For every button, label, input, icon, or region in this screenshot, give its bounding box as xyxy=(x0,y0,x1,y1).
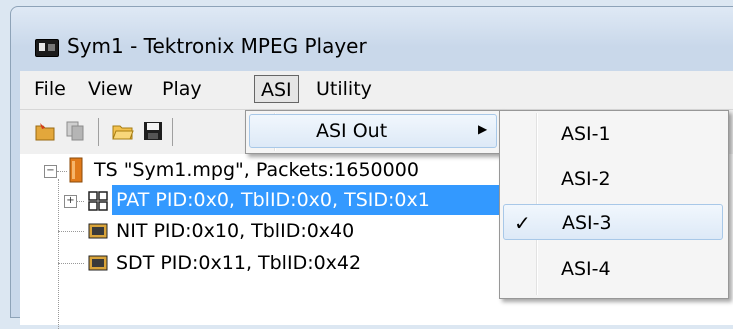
asi-1-label: ASI-1 xyxy=(561,123,611,145)
toolbar-separator xyxy=(172,118,173,146)
open-stream-icon[interactable] xyxy=(34,120,56,142)
tree-line xyxy=(58,231,84,232)
menu-file[interactable]: File xyxy=(28,75,72,103)
asi-1-menu-item[interactable]: ASI-1 xyxy=(503,116,723,152)
asi-2-menu-item[interactable]: ASI-2 xyxy=(503,161,723,197)
tree-node-label: TS "Sym1.mpg", Packets:1650000 xyxy=(94,159,419,181)
asi-out-submenu: ASI-1 ASI-2 ✓ ASI-3 ASI-4 xyxy=(499,110,729,299)
menu-view[interactable]: View xyxy=(82,75,139,103)
table-icon xyxy=(88,223,108,239)
title-bar[interactable]: Sym1 - Tektronix MPEG Player xyxy=(11,7,733,69)
tree-line xyxy=(57,171,67,172)
tree-node-pat[interactable]: PAT PID:0x0, TblID:0x0, TSID:0x1 xyxy=(112,185,528,215)
asi-out-menu-item[interactable]: ASI Out ▶ xyxy=(249,114,497,148)
asi-3-label: ASI-3 xyxy=(562,212,612,234)
tree-node-label: NIT PID:0x10, TblID:0x40 xyxy=(116,220,355,242)
app-icon xyxy=(35,39,59,57)
tree-line xyxy=(58,179,59,329)
asi-4-menu-item[interactable]: ASI-4 xyxy=(503,251,723,287)
submenu-arrow-icon: ▶ xyxy=(478,122,488,136)
checkmark-icon: ✓ xyxy=(514,211,531,235)
tree-node-label: SDT PID:0x11, TblID:0x42 xyxy=(116,252,362,274)
menu-asi[interactable]: ASI xyxy=(254,75,299,103)
pat-table-icon xyxy=(88,191,108,211)
collapse-toggle[interactable]: − xyxy=(44,165,57,178)
asi-4-label: ASI-4 xyxy=(561,258,611,280)
asi-2-label: ASI-2 xyxy=(561,168,611,190)
asi-dropdown-menu: ASI Out ▶ xyxy=(245,110,502,154)
asi-3-menu-item[interactable]: ✓ ASI-3 xyxy=(503,204,723,240)
table-icon xyxy=(88,255,108,271)
tree-line xyxy=(76,201,84,202)
window-title: Sym1 - Tektronix MPEG Player xyxy=(67,34,367,58)
tree-line xyxy=(58,263,84,264)
copy-icon[interactable] xyxy=(64,120,86,142)
asi-out-label: ASI Out xyxy=(316,120,388,142)
menu-bar: File View Play ASI Utility xyxy=(20,71,733,110)
ts-file-icon xyxy=(69,157,83,183)
menu-play[interactable]: Play xyxy=(156,75,208,103)
open-folder-icon[interactable] xyxy=(112,120,134,142)
toolbar-separator xyxy=(98,118,99,146)
save-icon[interactable] xyxy=(142,120,164,142)
tree-node-label: PAT PID:0x0, TblID:0x0, TSID:0x1 xyxy=(116,189,430,211)
menu-utility[interactable]: Utility xyxy=(310,75,378,103)
